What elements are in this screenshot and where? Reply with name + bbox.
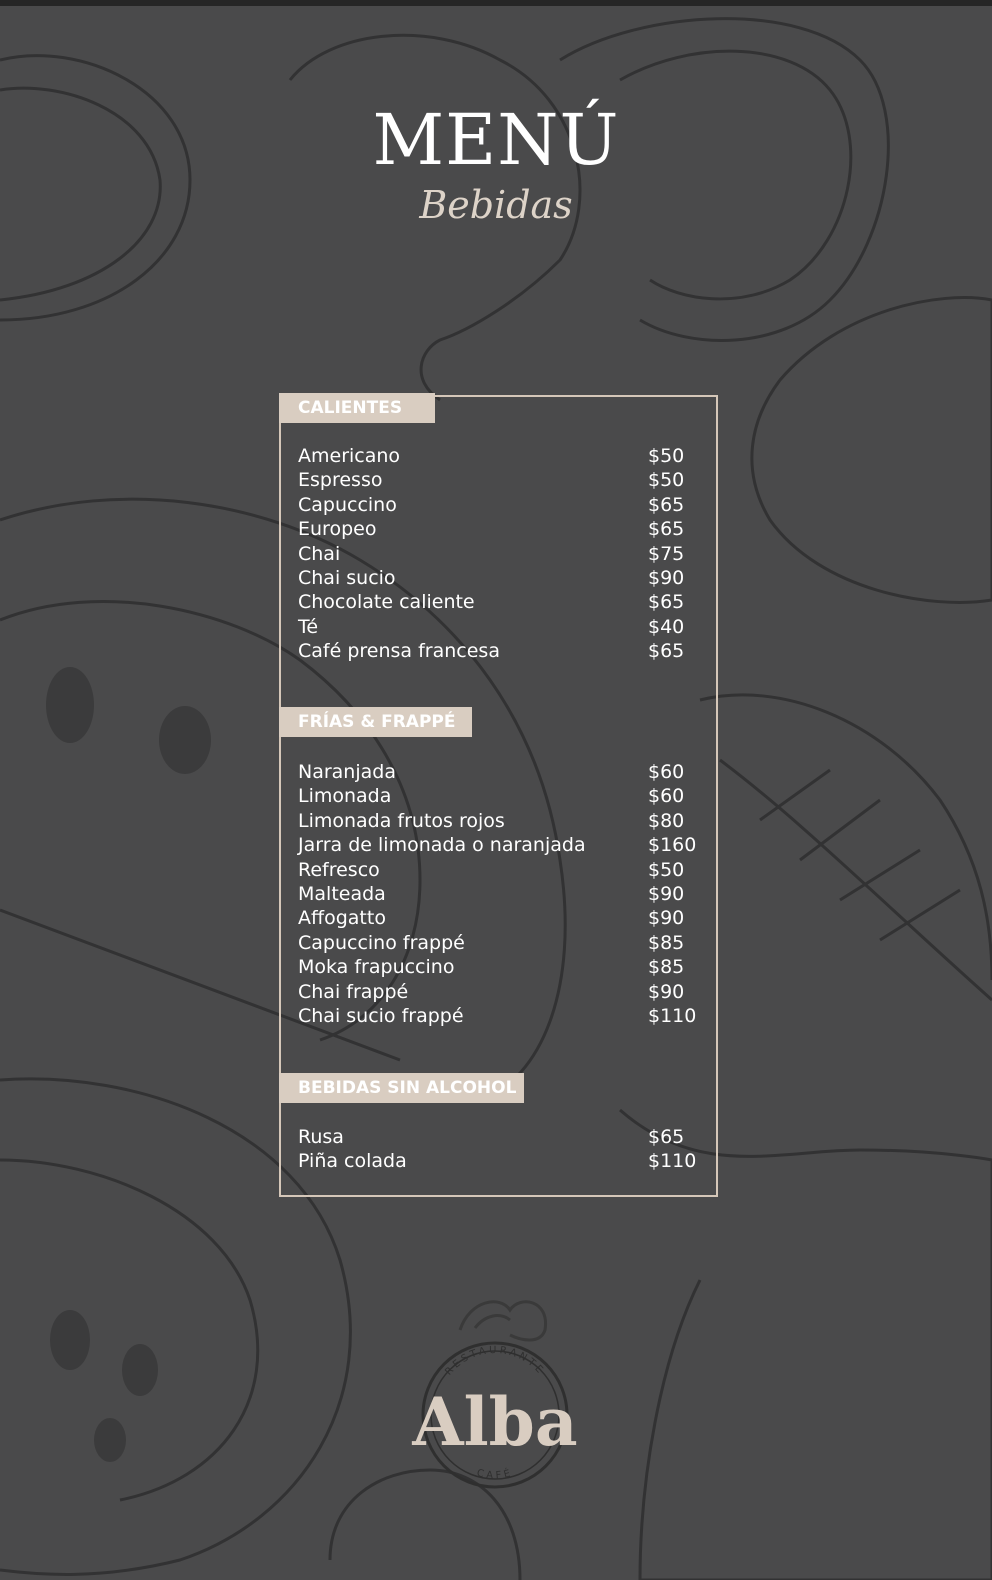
section-tab-frias-frappe: FRÍAS & FRAPPÉ — [279, 707, 472, 737]
item-name: Affogatto — [298, 907, 386, 930]
item-name: Moka frapuccino — [298, 956, 455, 979]
list-item: Refresco $50 — [298, 858, 698, 882]
item-price: $75 — [648, 542, 685, 565]
list-item: Affogatto $90 — [298, 906, 698, 930]
item-name: Chai sucio — [298, 566, 396, 589]
item-name: Piña colada — [298, 1150, 407, 1173]
item-price: $90 — [648, 566, 685, 589]
item-price: $40 — [648, 615, 685, 638]
item-price: $85 — [648, 931, 685, 954]
item-name: Chocolate caliente — [298, 591, 475, 614]
item-price: $160 — [648, 834, 697, 857]
item-price: $90 — [648, 907, 685, 930]
item-price: $80 — [648, 809, 685, 832]
item-price: $60 — [648, 761, 685, 783]
item-price: $65 — [648, 518, 685, 541]
item-price: $110 — [648, 1004, 697, 1027]
item-price: $65 — [648, 591, 685, 614]
item-price: $50 — [648, 469, 685, 492]
list-item: Chai sucio $90 — [298, 566, 698, 590]
item-price: $65 — [648, 640, 685, 663]
list-item: Capuccino frappé $85 — [298, 931, 698, 955]
list-item: Chai frappé $90 — [298, 980, 698, 1004]
list-item: Malteada $90 — [298, 882, 698, 906]
item-price: $90 — [648, 882, 685, 905]
list-item: Espresso $50 — [298, 468, 698, 492]
item-price: $65 — [648, 1126, 685, 1148]
item-price: $85 — [648, 956, 685, 979]
logo-top-text: RESTAURANTE — [443, 1345, 546, 1378]
list-item: Chocolate caliente $65 — [298, 590, 698, 614]
list-item: Capuccino $65 — [298, 493, 698, 517]
menu-subtitle: Bebidas — [419, 183, 573, 227]
list-item: Naranjada $60 — [298, 760, 698, 784]
item-price: $110 — [648, 1150, 697, 1173]
list-item: Chai sucio frappé $110 — [298, 1004, 698, 1028]
list-item: Rusa $65 — [298, 1125, 698, 1149]
list-item: Té $40 — [298, 615, 698, 639]
item-name: Refresco — [298, 858, 380, 881]
item-name: Limonada frutos rojos — [298, 809, 505, 832]
item-name: Capuccino — [298, 493, 397, 516]
item-name: Malteada — [298, 882, 386, 905]
item-name: Naranjada — [298, 761, 396, 783]
section-tab-bebidas-sin-alcohol: BEBIDAS SIN ALCOHOL — [279, 1073, 524, 1103]
list-item: Limonada $60 — [298, 784, 698, 808]
item-name: Chai sucio frappé — [298, 1004, 464, 1027]
item-list-calientes: Americano $50 Espresso $50 Capuccino $65 Eu… — [298, 444, 698, 664]
item-name: Chai frappé — [298, 980, 409, 1003]
list-item: Jarra de limonada o naranjada $160 — [298, 833, 698, 857]
list-item: Piña colada $110 — [298, 1149, 698, 1173]
list-item: Moka frapuccino $85 — [298, 955, 698, 979]
item-price: $50 — [648, 445, 685, 467]
list-item: Café prensa francesa $65 — [298, 639, 698, 663]
item-name: Chai — [298, 542, 341, 565]
item-name: Té — [298, 615, 319, 638]
item-list-frias-frappe: Naranjada $60 Limonada $60 Limonada frutos… — [298, 760, 698, 1028]
section-tab-calientes: CALIENTES — [279, 393, 435, 423]
item-name: Rusa — [298, 1126, 344, 1148]
alba-logo: RESTAURANTE Alba CAFÉ — [411, 1300, 578, 1489]
item-price: $90 — [648, 980, 685, 1003]
leaf-icon — [458, 1300, 547, 1342]
item-name: Americano — [298, 445, 401, 467]
item-name: Café prensa francesa — [298, 640, 500, 663]
item-name: Europeo — [298, 518, 377, 541]
item-price: $60 — [648, 785, 685, 808]
item-price: $65 — [648, 493, 685, 516]
item-name: Capuccino frappé — [298, 931, 465, 954]
list-item: Chai $75 — [298, 542, 698, 566]
list-item: Limonada frutos rojos $80 — [298, 809, 698, 833]
logo-bottom-text: CAFÉ — [476, 1466, 515, 1482]
item-list-bebidas-sin-alcohol: Rusa $65 Piña colada $110 — [298, 1125, 698, 1174]
item-name: Espresso — [298, 469, 383, 492]
logo-name: Alba — [411, 1383, 577, 1461]
menu-title: MENÚ — [372, 99, 620, 181]
item-price: $50 — [648, 858, 685, 881]
list-item: Europeo $65 — [298, 517, 698, 541]
item-name: Jarra de limonada o naranjada — [298, 834, 586, 857]
list-item: Americano $50 — [298, 444, 698, 468]
item-name: Limonada — [298, 785, 392, 808]
